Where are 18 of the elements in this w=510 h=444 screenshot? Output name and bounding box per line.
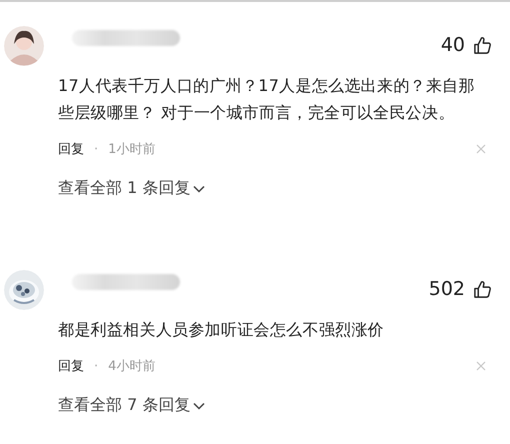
view-replies-link[interactable]: 查看全部 7 条回复 (58, 395, 206, 416)
like-button[interactable]: 40 (440, 34, 492, 56)
timestamp: 1小时前 (108, 141, 156, 158)
view-replies-link[interactable]: 查看全部 1 条回复 (58, 178, 206, 199)
close-icon[interactable] (476, 144, 486, 154)
reply-link[interactable]: 回复 (58, 357, 84, 375)
thumbs-up-icon (473, 280, 492, 298)
separator-dot: · (94, 358, 98, 374)
comment-text: 都是利益相关人员参加听证会怎么不强烈涨价 (58, 319, 385, 341)
timestamp: 4小时前 (108, 358, 156, 375)
close-icon[interactable] (476, 361, 486, 371)
chevron-down-icon (193, 402, 206, 410)
thumbs-up-icon (473, 36, 492, 54)
like-button[interactable]: 502 (428, 278, 492, 300)
separator-dot: · (94, 142, 98, 156)
comment-text: 17人代表千万人口的广州？17人是怎么选出来的？来自那些层级哪里？ 对于一个城市而言，完全可以全民公决。 (58, 75, 476, 124)
reply-link[interactable]: 回复 (58, 140, 84, 158)
chevron-down-icon (193, 184, 206, 192)
